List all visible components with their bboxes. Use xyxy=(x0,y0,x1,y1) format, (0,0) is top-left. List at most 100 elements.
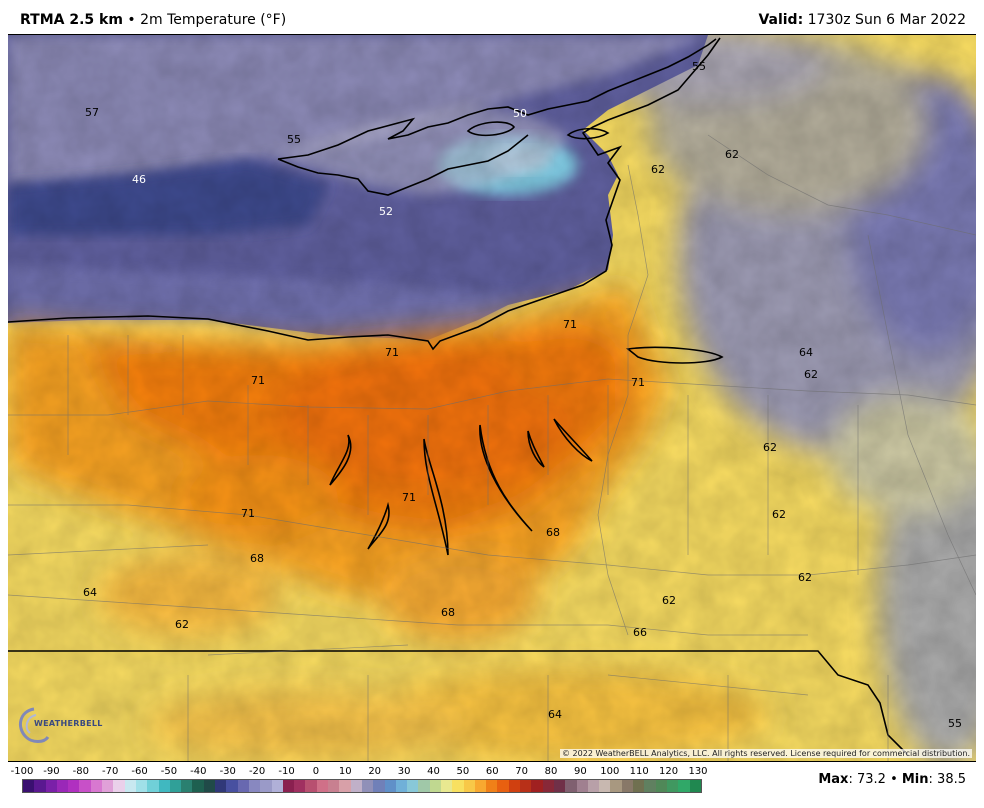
logo-text: WEATHERBELL xyxy=(34,719,103,728)
colorbar-swatch xyxy=(158,780,170,792)
map-title: RTMA 2.5 km • 2m Temperature (°F) xyxy=(20,12,286,28)
field-name: 2m Temperature (°F) xyxy=(140,12,287,28)
colorbar-swatch xyxy=(192,780,204,792)
colorbar-swatch xyxy=(576,780,588,792)
colorbar-swatch xyxy=(226,780,238,792)
temp-label: 71 xyxy=(241,507,255,520)
temp-label: 64 xyxy=(83,586,97,599)
temp-label: 71 xyxy=(251,374,265,387)
temp-label: 64 xyxy=(548,708,562,721)
temp-label: 62 xyxy=(651,163,665,176)
colorbar-swatch xyxy=(531,780,543,792)
colorbar-swatch xyxy=(463,780,475,792)
temp-label: 68 xyxy=(250,552,264,565)
stats-separator: • xyxy=(890,772,898,787)
temp-label: 46 xyxy=(132,173,146,186)
temp-label: 62 xyxy=(662,594,676,607)
temp-label: 71 xyxy=(385,346,399,359)
temp-label: 62 xyxy=(725,148,739,161)
colorbar-swatch xyxy=(90,780,103,792)
colorbar-swatch xyxy=(599,780,611,792)
colorbar-swatch xyxy=(610,780,622,792)
temp-label: 57 xyxy=(85,106,99,119)
colorbar-swatch xyxy=(644,780,656,792)
colorbar-swatch xyxy=(79,780,91,792)
colorbar-tick-label: 120 xyxy=(659,766,679,777)
colorbar-swatch xyxy=(497,780,509,792)
colorbar-swatch xyxy=(56,780,69,792)
colorbar-tick-label: -80 xyxy=(72,766,89,777)
colorbar-tick-label: -40 xyxy=(190,766,207,777)
copyright-notice: © 2022 WeatherBELL Analytics, LLC. All r… xyxy=(560,749,972,758)
header: RTMA 2.5 km • 2m Temperature (°F) Valid:… xyxy=(0,0,984,34)
colorbar-swatch xyxy=(520,780,532,792)
colorbar-swatch xyxy=(294,780,306,792)
valid-time: 1730z Sun 6 Mar 2022 xyxy=(807,12,966,28)
colorbar-swatch xyxy=(316,780,329,792)
colorbar-tick-label: -90 xyxy=(43,766,60,777)
colorbar-swatch xyxy=(135,780,148,792)
temp-label: 68 xyxy=(441,606,455,619)
legend-footer: -100 -90 -80 -70 -60 -50 -40 -30 -20 -10 0 10 20 30 40… xyxy=(0,762,984,808)
valid-label: Valid: xyxy=(758,12,804,28)
colorbar-swatch xyxy=(440,780,453,792)
colorbar-swatch xyxy=(678,780,690,792)
colorbar-swatch xyxy=(68,780,80,792)
colorbar-swatch xyxy=(339,780,351,792)
colorbar-swatch xyxy=(215,780,227,792)
colorbar-tick-label: 10 xyxy=(338,766,352,777)
colorbar-swatch xyxy=(474,780,487,792)
temperature-colorbar xyxy=(22,779,702,793)
colorbar-tick-label: -60 xyxy=(131,766,148,777)
colorbar-swatch xyxy=(395,780,408,792)
colorbar-swatch xyxy=(486,780,498,792)
colorbar-swatch xyxy=(203,780,216,792)
model-name: RTMA 2.5 km xyxy=(20,12,123,28)
temp-label: 55 xyxy=(692,60,706,73)
temp-label: 62 xyxy=(772,508,786,521)
colorbar-swatch xyxy=(361,780,374,792)
colorbar-ticks: -100 -90 -80 -70 -60 -50 -40 -30 -20 -10 0 10 20 30 40… xyxy=(0,766,720,778)
colorbar-swatch xyxy=(429,780,441,792)
temp-label: 50 xyxy=(513,107,527,120)
colorbar-swatch xyxy=(147,780,159,792)
temp-label: 64 xyxy=(799,346,813,359)
temp-label: 62 xyxy=(798,571,812,584)
colorbar-swatch xyxy=(633,780,645,792)
colorbar-tick-label: 100 xyxy=(600,766,620,777)
temperature-map[interactable]: 57 55 46 52 50 55 62 62 71 71 71 71 64 6… xyxy=(8,34,976,762)
colorbar-swatch xyxy=(418,780,430,792)
colorbar-swatch xyxy=(305,780,317,792)
temp-label: 66 xyxy=(633,626,647,639)
colorbar-tick-label: -100 xyxy=(10,766,34,777)
weatherbell-logo: WEATHERBELL xyxy=(14,703,102,747)
colorbar-tick-label: -50 xyxy=(160,766,178,777)
title-separator: • xyxy=(127,12,136,28)
colorbar-tick-label: 20 xyxy=(368,766,382,777)
colorbar-swatch xyxy=(655,780,667,792)
temp-label: 52 xyxy=(379,205,393,218)
max-value: 73.2 xyxy=(856,772,886,787)
colorbar-swatch xyxy=(689,780,701,792)
colorbar-swatch xyxy=(565,780,577,792)
colorbar-swatch xyxy=(328,780,340,792)
max-min-stats: Max: 73.2 • Min: 38.5 xyxy=(818,772,966,787)
temp-label: 55 xyxy=(287,133,301,146)
colorbar-swatch xyxy=(508,780,521,792)
min-label: Min xyxy=(901,772,929,787)
colorbar-tick-label: -70 xyxy=(102,766,119,777)
colorbar-swatch xyxy=(373,780,385,792)
temp-label: 55 xyxy=(948,717,962,730)
temp-label: 71 xyxy=(563,318,577,331)
colorbar-tick-label: 110 xyxy=(629,766,649,777)
colorbar-tick-label: 90 xyxy=(574,766,587,777)
temp-label: 62 xyxy=(175,618,189,631)
colorbar-swatch xyxy=(282,780,295,792)
colorbar-swatch xyxy=(248,780,261,792)
colorbar-tick-label: 80 xyxy=(544,766,558,777)
colorbar-swatch xyxy=(271,780,283,792)
colorbar-swatch xyxy=(384,780,396,792)
colorbar-tick-label: -30 xyxy=(219,766,236,777)
colorbar-tick-label: 60 xyxy=(485,766,499,777)
colorbar-swatch xyxy=(169,780,182,792)
